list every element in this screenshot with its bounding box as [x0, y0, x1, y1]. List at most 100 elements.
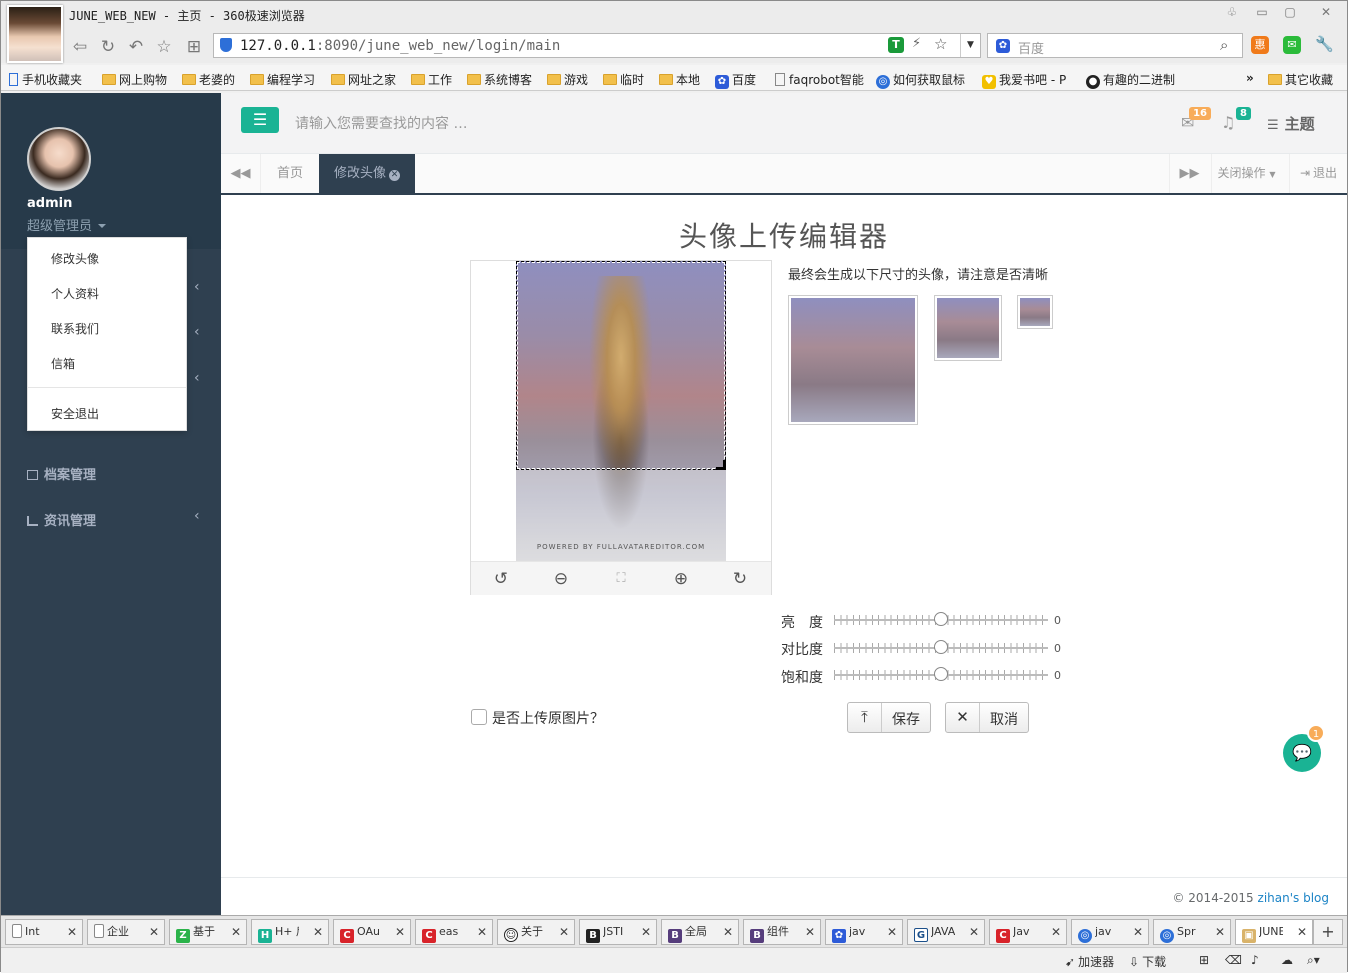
bookmark-item[interactable]: ● 有趣的二进制	[1086, 71, 1175, 89]
sidebar-item-news[interactable]: 资讯管理	[27, 510, 96, 529]
close-operations-dropdown[interactable]: 关闭操作 ▼	[1211, 154, 1281, 193]
resize-handle[interactable]	[716, 460, 726, 470]
blog-link[interactable]: zihan's blog	[1258, 891, 1329, 905]
slider-knob[interactable]	[934, 612, 948, 626]
close-tab-icon[interactable]: ✕	[1051, 920, 1061, 944]
undo-icon[interactable]: ↶	[125, 37, 147, 57]
close-tab-icon[interactable]: ✕	[805, 920, 815, 944]
user-role-toggle[interactable]: 超级管理员	[27, 215, 107, 234]
bookmark-folder[interactable]: 网上购物	[102, 71, 167, 88]
browser-tab[interactable]: C Jav ✕	[989, 919, 1067, 945]
bookmark-star-icon[interactable]: ☆	[934, 35, 947, 53]
avatar[interactable]	[27, 127, 91, 191]
close-tab-icon[interactable]: ✕	[389, 170, 400, 181]
browser-tab[interactable]: ✿ jav ✕	[825, 919, 903, 945]
close-tab-icon[interactable]: ✕	[67, 920, 77, 944]
slider-knob[interactable]	[934, 640, 948, 654]
bookmark-folder[interactable]: 老婆的	[182, 71, 235, 88]
logout-button[interactable]: ⇥ 退出	[1289, 154, 1347, 193]
close-tab-icon[interactable]: ✕	[723, 920, 733, 944]
bookmark-item[interactable]: ◎ 如何获取鼠标	[876, 71, 965, 89]
cloud-icon[interactable]: ☁	[1281, 953, 1293, 967]
sidebar-item-archives[interactable]: 档案管理	[27, 464, 96, 483]
close-tab-icon[interactable]: ✕	[559, 920, 569, 944]
safe-t-icon[interactable]: T	[888, 37, 904, 53]
dropdown-item-logout[interactable]: 安全退出	[51, 405, 99, 422]
alert-notification[interactable]: ♫ 8	[1221, 107, 1251, 133]
more-bookmarks-icon[interactable]: »	[1246, 71, 1254, 85]
browser-tab[interactable]: ◎ Spr ✕	[1153, 919, 1231, 945]
mail-notification[interactable]: ✉ 16	[1181, 107, 1211, 133]
save-button[interactable]: ⤒ 保存	[847, 702, 931, 733]
lightning-icon[interactable]: ⚡	[912, 36, 921, 51]
wechat-icon[interactable]: ✉	[1283, 36, 1301, 54]
close-tab-icon[interactable]: ✕	[1215, 920, 1225, 944]
rotate-right-icon[interactable]: ↻	[728, 568, 752, 590]
bookmark-folder[interactable]: 工作	[411, 71, 452, 88]
browser-tab[interactable]: G JAVA ✕	[907, 919, 985, 945]
browser-tab[interactable]: B 全局 ✕	[661, 919, 739, 945]
back-icon[interactable]: ⇦	[69, 37, 91, 57]
search-box[interactable]: ✿ 百度 ⌕	[987, 33, 1243, 58]
bookmark-folder[interactable]: 其它收藏	[1268, 71, 1333, 88]
download-button[interactable]: ⇩ 下载	[1129, 953, 1166, 970]
trash-icon[interactable]: ⌫	[1225, 953, 1242, 967]
close-tab-icon[interactable]: ✕	[641, 920, 651, 944]
maximize-button[interactable]: ▢	[1279, 4, 1301, 20]
minimize-button[interactable]: ▭	[1251, 4, 1273, 20]
upload-original-checkbox[interactable]	[471, 709, 487, 725]
browser-tab[interactable]: B 组件 ✕	[743, 919, 821, 945]
close-tab-icon[interactable]: ✕	[1297, 920, 1307, 944]
accelerator-button[interactable]: ➹ 加速器	[1065, 953, 1114, 970]
theme-button[interactable]: ☰ 主题	[1267, 113, 1315, 134]
browser-tab[interactable]: ☺ 关于 ✕	[497, 919, 575, 945]
close-tab-icon[interactable]: ✕	[887, 920, 897, 944]
new-tab-button[interactable]: +	[1313, 919, 1343, 945]
sound-icon[interactable]: ♪	[1251, 953, 1259, 967]
favorite-star-icon[interactable]: ☆	[153, 37, 175, 57]
tab-home[interactable]: 首页	[261, 154, 319, 193]
bookmark-folder[interactable]: 游戏	[547, 71, 588, 88]
url-dropdown-icon[interactable]: ▼	[960, 34, 980, 57]
apps-grid-icon[interactable]: ⊞	[183, 37, 205, 57]
zoom-out-icon[interactable]: ⊖	[549, 568, 573, 590]
browser-tab[interactable]: 企业 ✕	[87, 919, 165, 945]
close-tab-icon[interactable]: ✕	[969, 920, 979, 944]
browser-tab[interactable]: ◎ jav ✕	[1071, 919, 1149, 945]
fit-icon[interactable]: ⛶	[609, 568, 633, 590]
bookmark-item[interactable]: faqrobot智能	[775, 71, 864, 88]
dropdown-item-mailbox[interactable]: 信箱	[51, 355, 75, 372]
coupon-icon[interactable]: 惠	[1251, 36, 1269, 54]
skin-icon[interactable]: ♧	[1221, 4, 1243, 20]
close-tab-icon[interactable]: ✕	[477, 920, 487, 944]
bookmark-folder[interactable]: 临时	[603, 71, 644, 88]
contrast-slider[interactable]	[834, 640, 1048, 654]
browser-tab[interactable]: C OAu ✕	[333, 919, 411, 945]
dropdown-item-profile[interactable]: 个人资料	[51, 285, 99, 302]
bookmark-folder[interactable]: 网址之家	[331, 71, 396, 88]
close-tab-icon[interactable]: ✕	[149, 920, 159, 944]
browser-tab[interactable]: Ceas ✕	[415, 919, 493, 945]
address-bar[interactable]: 127.0.0.1:8090/june_web_new/login/main T…	[213, 33, 981, 58]
tab-edit-avatar[interactable]: 修改头像 ✕	[319, 154, 415, 193]
tools-wrench-icon[interactable]: 🔧	[1315, 35, 1334, 53]
bookmark-folder[interactable]: 系统博客	[467, 71, 532, 88]
browser-user-avatar[interactable]	[7, 5, 63, 63]
dropdown-item-edit-avatar[interactable]: 修改头像	[51, 250, 99, 267]
menu-toggle-button[interactable]: ☰	[241, 107, 279, 133]
top-search-input[interactable]: 请输入您需要查找的内容 …	[295, 113, 595, 133]
search-icon[interactable]: ⌕	[1220, 36, 1228, 54]
dropdown-item-contact[interactable]: 联系我们	[51, 320, 99, 337]
saturation-slider[interactable]	[834, 667, 1048, 681]
rotate-left-icon[interactable]: ↺	[489, 568, 513, 590]
tabs-scroll-right-icon[interactable]: ▶▶	[1169, 154, 1209, 193]
close-tab-icon[interactable]: ✕	[1133, 920, 1143, 944]
crop-selection[interactable]	[516, 261, 726, 470]
browser-tab[interactable]: Int ✕	[5, 919, 83, 945]
brightness-slider[interactable]	[834, 612, 1048, 626]
close-tab-icon[interactable]: ✕	[231, 920, 241, 944]
bookmark-item[interactable]: 手机收藏夹	[9, 71, 82, 88]
browser-tab-active[interactable]: ▣ JUNE ✕	[1235, 919, 1313, 945]
browser-tab[interactable]: HH+ 后✕	[251, 919, 329, 945]
bookmark-item[interactable]: ♥ 我爱书吧 - P	[982, 71, 1066, 89]
